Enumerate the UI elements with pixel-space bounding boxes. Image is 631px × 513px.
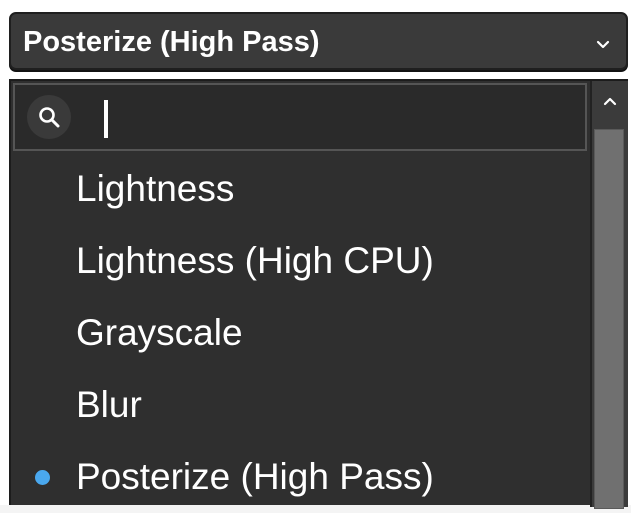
search-box[interactable]	[13, 83, 587, 151]
option-label: Lightness	[76, 168, 235, 209]
scrollbar[interactable]	[590, 81, 628, 509]
filter-picker: Posterize (High Pass) Lightness Lightnes…	[0, 0, 631, 509]
option-label: Lightness (High CPU)	[76, 240, 434, 281]
dropdown-panel: Lightness Lightness (High CPU) Grayscale…	[9, 79, 628, 509]
option-label: Posterize (High Pass)	[76, 456, 434, 497]
search-input[interactable]	[97, 98, 567, 138]
scroll-up-icon[interactable]	[592, 81, 628, 125]
option-posterize-high-pass[interactable]: Posterize (High Pass)	[11, 441, 589, 513]
text-cursor	[104, 100, 108, 138]
option-lightness[interactable]: Lightness	[11, 153, 589, 225]
selected-dot-icon	[35, 470, 50, 485]
option-lightness-high-cpu[interactable]: Lightness (High CPU)	[11, 225, 589, 297]
option-blur[interactable]: Blur	[11, 369, 589, 441]
scroll-thumb[interactable]	[594, 129, 624, 509]
option-label: Blur	[76, 384, 142, 425]
search-icon	[27, 95, 71, 139]
chevron-down-icon[interactable]	[596, 37, 610, 49]
option-label: Grayscale	[76, 312, 243, 353]
filter-select-value: Posterize (High Pass)	[23, 26, 320, 58]
filter-select[interactable]: Posterize (High Pass)	[9, 12, 628, 70]
options-list: Lightness Lightness (High CPU) Grayscale…	[11, 153, 589, 513]
option-grayscale[interactable]: Grayscale	[11, 297, 589, 369]
